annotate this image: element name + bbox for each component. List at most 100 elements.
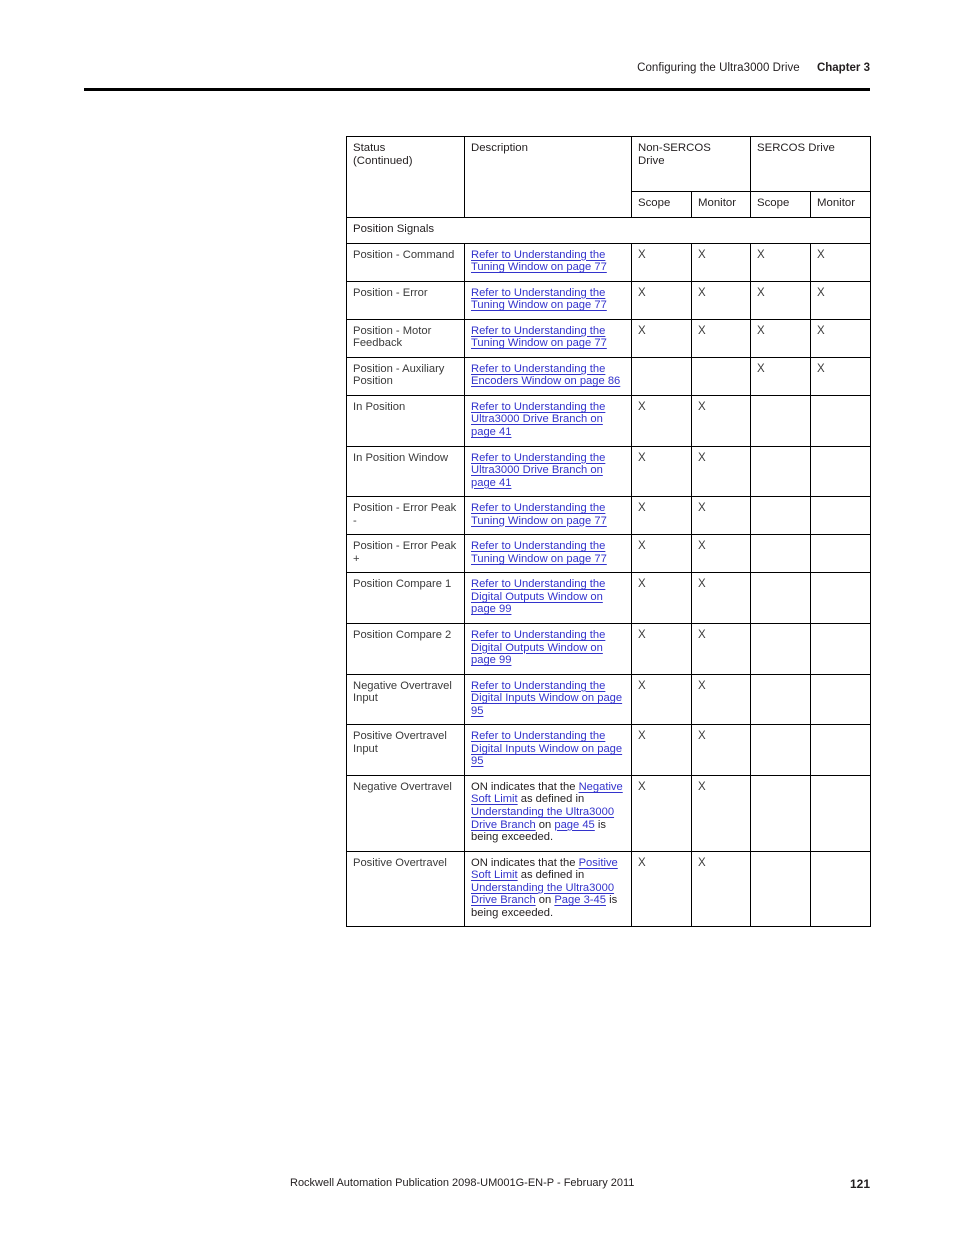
cell-sercos-monitor: X <box>810 356 872 396</box>
row-description: Refer to Understanding the Digital Outpu… <box>464 623 632 675</box>
table-row: Negative Overtravel ON indicates that the… <box>346 774 872 852</box>
row-status-label: Position - Error <box>346 280 465 320</box>
table-head: Status (Continued) Description Non-SERCO… <box>346 136 872 218</box>
description-text: as defined in <box>517 793 585 806</box>
table-row: In Position Window Refer to Understanding… <box>346 445 872 498</box>
table-header-row-top: Status (Continued) Description Non-SERCO… <box>346 136 872 218</box>
description-text: on <box>535 894 555 907</box>
row-description: Refer to Understanding the Encoders Wind… <box>464 356 632 396</box>
cell-non-sercos-monitor: X <box>690 623 752 675</box>
row-status-label: Position - Error Peak + <box>346 534 465 574</box>
cell-sercos-scope: X <box>750 242 812 282</box>
cell-sercos-scope <box>750 496 812 536</box>
row-description: Refer to Understanding the Tuning Window… <box>464 242 632 282</box>
row-description: Refer to Understanding the Ultra3000 Dri… <box>464 394 632 447</box>
row-description: Refer to Understanding the Digital Input… <box>464 724 632 776</box>
table-row: Position Compare 2 Refer to Understanding… <box>346 623 872 675</box>
cell-sercos-scope <box>750 774 812 852</box>
cell-sercos-scope: X <box>750 280 812 320</box>
col-header-non-sercos-drive: Non-SERCOS Drive <box>630 136 752 192</box>
cell-sercos-monitor <box>810 724 872 776</box>
row-status-label: Position Compare 1 <box>346 572 465 625</box>
description-link[interactable]: Refer to Understanding the Digital Input… <box>471 730 622 767</box>
cell-non-sercos-monitor: X <box>690 774 752 852</box>
footer-page-number: 121 <box>849 1177 870 1191</box>
cell-sercos-scope <box>750 445 812 498</box>
cell-non-sercos-monitor <box>690 356 752 396</box>
cell-non-sercos-scope: X <box>631 242 692 282</box>
description-link[interactable]: Refer to Understanding the Digital Outpu… <box>471 578 605 615</box>
col-header-non-sercos-line2: Drive <box>638 154 665 167</box>
cell-non-sercos-scope: X <box>631 572 692 625</box>
cell-non-sercos-scope <box>631 356 692 396</box>
footer-publication: Rockwell Automation Publication 2098-UM0… <box>290 1177 635 1189</box>
row-description: Refer to Understanding the Tuning Window… <box>464 496 632 536</box>
description-link[interactable]: Refer to Understanding the Ultra3000 Dri… <box>471 401 605 438</box>
row-status-label: Position Compare 2 <box>346 623 465 675</box>
table-row: Position - Auxiliary Position Refer to Un… <box>346 356 872 396</box>
description-link[interactable]: Refer to Understanding the Encoders Wind… <box>471 363 620 388</box>
col-header-description-label: Description <box>471 142 528 154</box>
status-signals-table: Status (Continued) Description Non-SERCO… <box>345 136 872 928</box>
cell-sercos-monitor <box>810 496 872 536</box>
cell-sercos-monitor: X <box>810 242 872 282</box>
cell-sercos-scope: X <box>750 318 812 358</box>
running-head-title: Configuring the Ultra3000 Drive <box>637 62 800 74</box>
table-row: Positive Overtravel Input Refer to Unders… <box>346 724 872 776</box>
col-subheader-non-sercos-scope: Scope <box>631 191 692 218</box>
row-status-label: Position - Error Peak - <box>346 496 465 536</box>
row-status-label: Position - Command <box>346 242 465 282</box>
row-status-label: Negative Overtravel Input <box>346 673 465 726</box>
cell-non-sercos-scope: X <box>631 850 692 928</box>
page-footer: Rockwell Automation Publication 2098-UM0… <box>290 1177 870 1191</box>
description-link[interactable]: Refer to Understanding the Tuning Window… <box>471 502 607 527</box>
cell-sercos-monitor: X <box>810 318 872 358</box>
cell-non-sercos-monitor: X <box>690 318 752 358</box>
col-header-status-line1: Status <box>353 142 386 154</box>
table-row: Position - Error Peak - Refer to Understa… <box>346 496 872 536</box>
description-link[interactable]: Refer to Understanding the Tuning Window… <box>471 540 607 565</box>
section-header-position-signals: Position Signals <box>345 216 872 244</box>
description-link[interactable]: Refer to Understanding the Tuning Window… <box>471 249 607 274</box>
table-row: Position - Error Refer to Understanding t… <box>346 280 872 320</box>
cell-non-sercos-scope: X <box>631 623 692 675</box>
cell-non-sercos-monitor: X <box>690 572 752 625</box>
cell-non-sercos-monitor: X <box>690 496 752 536</box>
cell-sercos-scope <box>750 673 812 726</box>
row-status-label: Position - Motor Feedback <box>346 318 465 358</box>
row-description: Refer to Understanding the Tuning Window… <box>464 534 632 574</box>
table-body: Position Signals Position - Command Refer… <box>345 216 872 928</box>
row-description: Refer to Understanding the Digital Input… <box>464 673 632 726</box>
cell-sercos-monitor <box>810 850 872 928</box>
cell-non-sercos-monitor: X <box>690 394 752 447</box>
status-signals-table-container: Status (Continued) Description Non-SERCO… <box>345 136 872 928</box>
row-status-label: Positive Overtravel <box>346 850 465 928</box>
description-text: on <box>535 818 555 831</box>
cell-sercos-scope <box>750 850 812 928</box>
cell-non-sercos-scope: X <box>631 318 692 358</box>
table-row: Position - Error Peak + Refer to Understa… <box>346 534 872 574</box>
cell-sercos-scope <box>750 572 812 625</box>
col-subheader-sercos-monitor: Monitor <box>810 191 872 218</box>
cell-sercos-monitor <box>810 445 872 498</box>
header-divider-rule <box>84 88 870 91</box>
col-header-status: Status (Continued) <box>346 136 465 218</box>
description-link[interactable]: Refer to Understanding the Tuning Window… <box>471 287 607 312</box>
row-description: Refer to Understanding the Ultra3000 Dri… <box>464 445 632 498</box>
section-header-row: Position Signals <box>345 216 872 244</box>
cell-non-sercos-monitor: X <box>690 445 752 498</box>
cell-sercos-monitor: X <box>810 280 872 320</box>
cell-non-sercos-monitor: X <box>690 242 752 282</box>
cell-sercos-monitor <box>810 623 872 675</box>
running-head: Configuring the Ultra3000 Drive Chapter … <box>84 62 870 74</box>
description-link[interactable]: Page 3-45 <box>554 894 606 906</box>
cell-non-sercos-scope: X <box>631 394 692 447</box>
row-description: Refer to Understanding the Digital Outpu… <box>464 572 632 625</box>
row-status-label: In Position Window <box>346 445 465 498</box>
cell-non-sercos-scope: X <box>631 774 692 852</box>
description-link[interactable]: page 45 <box>554 819 594 831</box>
description-link[interactable]: Refer to Understanding the Tuning Window… <box>471 325 607 350</box>
description-link[interactable]: Refer to Understanding the Digital Outpu… <box>471 629 605 666</box>
description-link[interactable]: Refer to Understanding the Digital Input… <box>471 680 622 717</box>
description-link[interactable]: Refer to Understanding the Ultra3000 Dri… <box>471 452 605 489</box>
